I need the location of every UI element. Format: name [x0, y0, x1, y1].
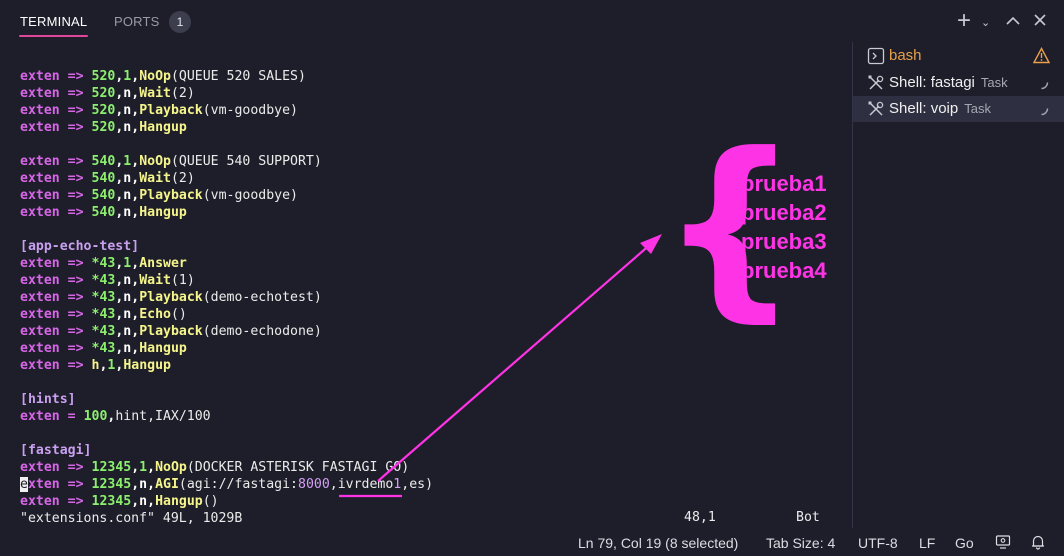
cursor-position-status[interactable]: Ln 79, Col 19 (8 selected): [578, 535, 738, 551]
code-line: exten => *43,n,Hangup: [20, 341, 187, 356]
warning-icon: [1033, 47, 1050, 64]
language-status[interactable]: Go: [955, 535, 974, 551]
code-line: exten => *43,n,Playback(demo-echotest): [20, 290, 322, 305]
code-line: exten => 520,n,Playback(vm-goodbye): [20, 103, 298, 118]
tab-terminal[interactable]: TERMINAL: [18, 14, 89, 37]
chevron-up-icon[interactable]: [1006, 10, 1020, 32]
code-line: exten => 540,n,Hangup: [20, 205, 187, 220]
annotation-brace: {: [660, 112, 800, 340]
bell-icon[interactable]: [1030, 534, 1046, 550]
terminal-item-fastagi[interactable]: Shell: fastagi Task: [853, 70, 1064, 96]
remote-icon[interactable]: [995, 534, 1011, 550]
terminal-item-label: bash: [889, 47, 922, 64]
tab-size-status[interactable]: Tab Size: 4: [766, 535, 835, 551]
code-line: exten = 100,hint,IAX/100: [20, 409, 211, 424]
code-line: exten => 520,1,NoOp(QUEUE 520 SALES): [20, 69, 306, 84]
ports-count-badge: 1: [169, 11, 191, 33]
tools-icon: [868, 101, 884, 116]
annotation-label: prueba2: [741, 200, 827, 225]
encoding-status[interactable]: UTF-8: [858, 535, 898, 551]
annotation-label: prueba1: [741, 171, 827, 196]
terminal-item-label: Shell: voip Task: [889, 100, 991, 117]
loading-icon: [1041, 82, 1049, 90]
context-header: [fastagi]: [20, 443, 92, 458]
tools-icon: [868, 75, 884, 90]
code-line: exten => *43,1,Answer: [20, 256, 187, 271]
code-line: exten => 540,1,NoOp(QUEUE 540 SUPPORT): [20, 154, 322, 169]
terminal-item-bash[interactable]: bash: [853, 43, 1064, 69]
status-bar: Ln 79, Col 19 (8 selected) Tab Size: 4 U…: [0, 528, 1064, 556]
code-line: exten => 520,n,Hangup: [20, 120, 187, 135]
code-line: exten => *43,n,Echo(): [20, 307, 187, 322]
context-header: [app-echo-test]: [20, 239, 140, 254]
vim-file-status: "extensions.conf" 49L, 1029B: [20, 511, 243, 526]
code-line: exten => 12345,n,Hangup(): [20, 494, 219, 509]
plus-icon[interactable]: +: [957, 9, 975, 33]
chevron-down-icon[interactable]: ⌄: [981, 12, 990, 34]
loading-icon: [1041, 108, 1049, 116]
annotation-label: prueba4: [741, 258, 827, 283]
annotation-label: prueba3: [741, 229, 827, 254]
code-line: exten => *43,n,Wait(1): [20, 273, 195, 288]
text-cursor: e: [20, 477, 28, 492]
code-line: exten => *43,n,Playback(demo-echodone): [20, 324, 322, 339]
terminal-icon: [867, 47, 885, 65]
code-line-cursor: exten => 12345,n,AGI(agi://fastagi:8000,…: [20, 477, 434, 492]
context-header: [hints]: [20, 392, 76, 407]
vim-cursor-position: 48,1: [684, 510, 716, 525]
close-icon[interactable]: [1033, 10, 1047, 32]
tab-ports[interactable]: PORTS: [114, 14, 160, 29]
terminal-item-label: Shell: fastagi Task: [889, 74, 1008, 91]
code-line: exten => 540,n,Playback(vm-goodbye): [20, 188, 298, 203]
code-line: exten => 520,n,Wait(2): [20, 86, 195, 101]
code-line: exten => 12345,1,NoOp(DOCKER ASTERISK FA…: [20, 460, 410, 475]
vim-scroll-indicator: Bot: [796, 510, 820, 525]
code-line: exten => 540,n,Wait(2): [20, 171, 195, 186]
eol-status[interactable]: LF: [919, 535, 935, 551]
terminal-list: bash Shell: fastagi Task Shell: voip Task: [853, 42, 1064, 528]
code-line: exten => h,1,Hangup: [20, 358, 171, 373]
panel-header: TERMINAL PORTS 1 + ⌄: [0, 0, 1064, 42]
terminal-item-voip[interactable]: Shell: voip Task: [853, 96, 1064, 122]
